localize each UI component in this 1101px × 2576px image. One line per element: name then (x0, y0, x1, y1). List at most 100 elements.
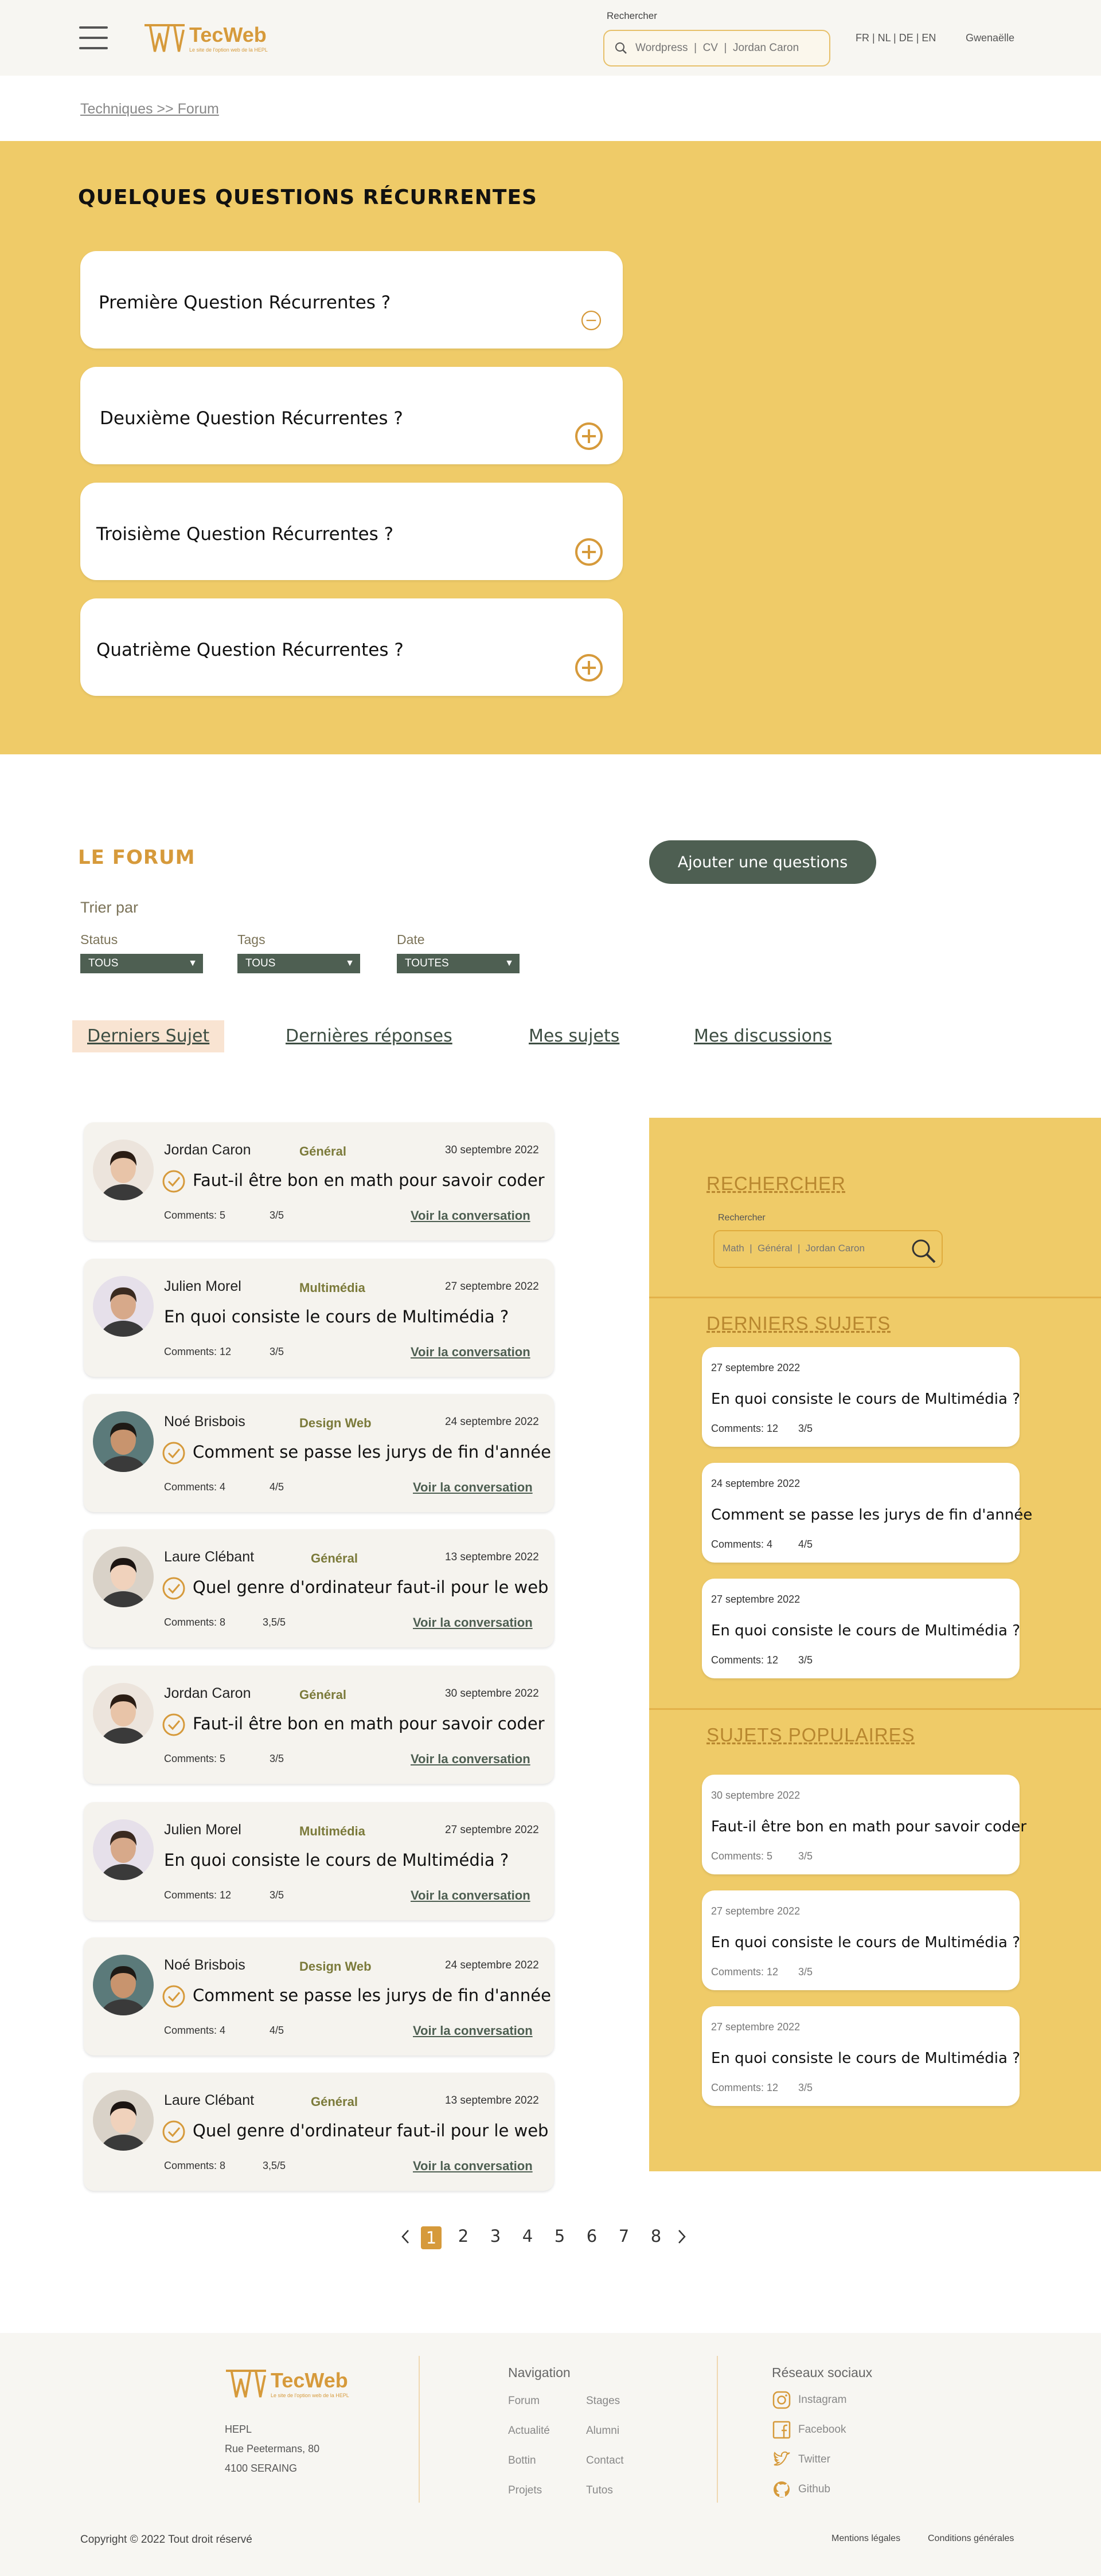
view-conversation-link[interactable]: Voir la conversation (411, 1345, 530, 1360)
topic-category[interactable]: Général (311, 1551, 358, 1566)
footer-link-bottin[interactable]: Bottin (508, 2454, 536, 2467)
filter-status-select[interactable]: TOUS ▼ (80, 954, 203, 973)
prev-page-icon[interactable] (396, 2229, 415, 2246)
footer-link-actualite[interactable]: Actualité (508, 2425, 550, 2437)
sidebar-topic-title[interactable]: Comment se passe les jurys de fin d'anné… (711, 1506, 1032, 1524)
add-question-button[interactable]: Ajouter une questions (649, 840, 876, 884)
social-github[interactable]: Github (772, 2480, 830, 2499)
sidebar-topic-card[interactable]: 24 septembre 2022 Comment se passe les ju… (702, 1463, 1032, 1563)
tab-mes-sujets[interactable]: Mes sujets (529, 1020, 619, 1052)
view-conversation-link[interactable]: Voir la conversation (411, 1888, 530, 1903)
topic-title[interactable]: Faut-il être bon en math pour savoir cod… (193, 1714, 545, 1733)
view-conversation-link[interactable]: Voir la conversation (411, 1752, 530, 1767)
sidebar-topic-card[interactable]: 27 septembre 2022 En quoi consiste le cou… (702, 1347, 1020, 1447)
topic-category[interactable]: Général (299, 1144, 346, 1159)
page-7[interactable]: 7 (608, 2226, 640, 2249)
view-conversation-link[interactable]: Voir la conversation (413, 1615, 533, 1630)
faq-item[interactable]: Troisième Question Récurrentes ? (80, 483, 623, 580)
tab-derniers-sujet[interactable]: Derniers Sujet (72, 1020, 225, 1052)
topic-author[interactable]: Julien Morel (164, 1822, 241, 1838)
social-facebook[interactable]: Facebook (772, 2420, 846, 2440)
view-conversation-link[interactable]: Voir la conversation (413, 1480, 533, 1495)
topic-author[interactable]: Jordan Caron (164, 1142, 251, 1158)
view-conversation-link[interactable]: Voir la conversation (413, 2159, 533, 2174)
header-search[interactable] (603, 30, 830, 66)
topic-title[interactable]: Quel genre d'ordinateur faut-il pour le … (193, 2121, 548, 2140)
language-switcher[interactable]: FR | NL | DE | EN (856, 32, 936, 44)
topic-category[interactable]: Multimédia (299, 1281, 365, 1295)
plus-circle-icon[interactable] (575, 422, 603, 451)
plus-circle-icon[interactable] (575, 538, 603, 566)
user-name[interactable]: Gwenaëlle (966, 32, 1014, 44)
topic-title[interactable]: Quel genre d'ordinateur faut-il pour le … (193, 1577, 548, 1597)
faq-item[interactable]: Quatrième Question Récurrentes ? (80, 598, 623, 696)
topic-category[interactable]: Général (311, 2095, 358, 2109)
topic-author[interactable]: Laure Clébant (164, 2092, 254, 2109)
page-2[interactable]: 2 (447, 2226, 479, 2249)
page-1[interactable]: 1 (415, 2226, 447, 2249)
page-3[interactable]: 3 (479, 2226, 512, 2249)
topic-title[interactable]: Faut-il être bon en math pour savoir cod… (193, 1170, 545, 1190)
footer-link-contact[interactable]: Contact (586, 2454, 623, 2467)
topic-category[interactable]: Général (299, 1688, 346, 1702)
topic-author[interactable]: Noé Brisbois (164, 1957, 245, 1974)
sidebar-topic-title[interactable]: En quoi consiste le cours de Multimédia … (711, 1622, 1020, 1639)
menu-icon[interactable] (79, 25, 108, 50)
topic-category[interactable]: Multimédia (299, 1824, 365, 1839)
view-conversation-link[interactable]: Voir la conversation (411, 1208, 530, 1223)
sidebar-search-input[interactable] (723, 1243, 895, 1254)
topic-title[interactable]: En quoi consiste le cours de Multimédia … (164, 1850, 509, 1870)
page-8[interactable]: 8 (640, 2226, 672, 2249)
page-5[interactable]: 5 (544, 2226, 576, 2249)
sidebar-topic-card[interactable]: 27 septembre 2022 En quoi consiste le cou… (702, 2006, 1020, 2106)
faq-item[interactable]: Deuxième Question Récurrentes ? (80, 367, 623, 464)
topic-author[interactable]: Laure Clébant (164, 1549, 254, 1565)
view-conversation-link[interactable]: Voir la conversation (413, 2023, 533, 2038)
footer-link-stages[interactable]: Stages (586, 2395, 620, 2407)
footer-link-alumni[interactable]: Alumni (586, 2425, 619, 2437)
topic-category[interactable]: Design Web (299, 1959, 372, 1974)
sidebar-topic-card[interactable]: 27 septembre 2022 En quoi consiste le cou… (702, 1890, 1020, 1990)
sidebar-search[interactable] (713, 1230, 943, 1268)
footer-link-tutos[interactable]: Tutos (586, 2484, 613, 2497)
footer-logo[interactable]: TecWeb Le site de l'option web de la HEP… (225, 2368, 349, 2399)
topic-card[interactable]: Laure Clébant Général 13 septembre 2022 Que… (84, 2073, 554, 2191)
breadcrumb[interactable]: Techniques >> Forum (80, 101, 219, 118)
topic-author[interactable]: Noé Brisbois (164, 1414, 245, 1430)
minus-circle-icon[interactable] (580, 310, 602, 331)
topic-title[interactable]: En quoi consiste le cours de Multimédia … (164, 1307, 509, 1326)
topic-author[interactable]: Julien Morel (164, 1278, 241, 1295)
faq-item[interactable]: Première Question Récurrentes ? (80, 251, 623, 349)
sidebar-topic-card[interactable]: 27 septembre 2022 En quoi consiste le cou… (702, 1579, 1020, 1678)
search-input[interactable] (635, 42, 819, 54)
topic-card[interactable]: Julien Morel Multimédia 27 septembre 2022 E… (84, 1802, 554, 1920)
page-4[interactable]: 4 (512, 2226, 544, 2249)
topic-card[interactable]: Noé Brisbois Design Web 24 septembre 2022 C… (84, 1394, 554, 1512)
next-page-icon[interactable] (672, 2229, 692, 2246)
topic-category[interactable]: Design Web (299, 1416, 372, 1431)
filter-tags-select[interactable]: TOUS ▼ (237, 954, 360, 973)
social-twitter[interactable]: Twitter (772, 2450, 830, 2469)
sidebar-topic-title[interactable]: En quoi consiste le cours de Multimédia … (711, 1391, 1020, 1408)
sidebar-topic-title[interactable]: Faut-il être bon en math pour savoir cod… (711, 1818, 1026, 1835)
plus-circle-icon[interactable] (575, 653, 603, 682)
search-icon[interactable] (909, 1237, 937, 1264)
legal-mentions-link[interactable]: Mentions légales (831, 2534, 900, 2544)
site-logo[interactable]: TecWeb Le site de l'option web de la HEP… (143, 23, 268, 54)
topic-title[interactable]: Comment se passe les jurys de fin d'anné… (193, 1442, 551, 1462)
filter-date-select[interactable]: TOUTES ▼ (397, 954, 520, 973)
topic-card[interactable]: Laure Clébant Général 13 septembre 2022 Que… (84, 1529, 554, 1647)
topic-card[interactable]: Jordan Caron Général 30 septembre 2022 Faut… (84, 1122, 554, 1240)
tab-mes-discussions[interactable]: Mes discussions (694, 1020, 832, 1052)
sidebar-topic-title[interactable]: En quoi consiste le cours de Multimédia … (711, 1934, 1020, 1951)
social-instagram[interactable]: Instagram (772, 2390, 846, 2410)
footer-link-projets[interactable]: Projets (508, 2484, 542, 2497)
topic-card[interactable]: Julien Morel Multimédia 27 septembre 2022 E… (84, 1259, 554, 1377)
topic-card[interactable]: Noé Brisbois Design Web 24 septembre 2022 C… (84, 1937, 554, 2056)
topic-title[interactable]: Comment se passe les jurys de fin d'anné… (193, 1986, 551, 2005)
sidebar-topic-card[interactable]: 30 septembre 2022 Faut-il être bon en mat… (702, 1775, 1026, 1874)
topic-author[interactable]: Jordan Caron (164, 1685, 251, 1702)
topic-card[interactable]: Jordan Caron Général 30 septembre 2022 Faut… (84, 1666, 554, 1784)
sidebar-topic-title[interactable]: En quoi consiste le cours de Multimédia … (711, 2050, 1020, 2067)
tab-dernieres-reponses[interactable]: Dernières réponses (286, 1020, 452, 1052)
